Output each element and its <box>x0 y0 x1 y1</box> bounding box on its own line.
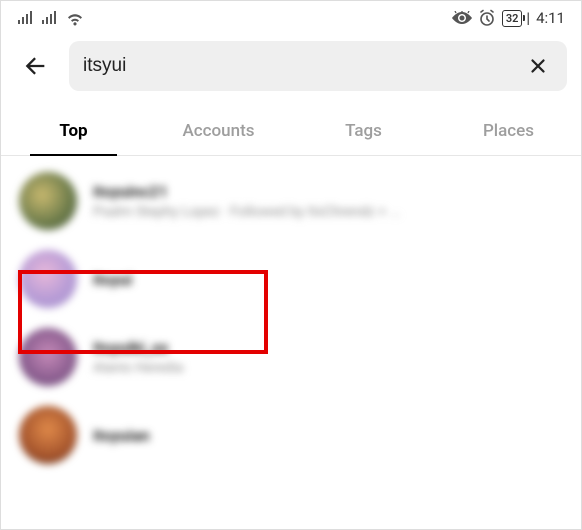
search-tabs: Top Accounts Tags Places <box>1 107 581 156</box>
result-text: itsyuiki_xx Alanis Heredia <box>93 338 183 376</box>
result-subtitle: Psalm Stephy Lopez · Followed by ItsChre… <box>93 204 401 220</box>
tab-accounts[interactable]: Accounts <box>146 107 291 155</box>
eye-icon <box>452 11 472 25</box>
search-header <box>1 31 581 101</box>
result-item[interactable]: itsyuian <box>1 396 581 474</box>
result-username: itsyuinc21 <box>93 182 401 201</box>
result-item[interactable]: itsyuinc21 Psalm Stephy Lopez · Followed… <box>1 162 581 240</box>
tab-top[interactable]: Top <box>1 107 146 155</box>
avatar <box>19 250 77 308</box>
status-time-separator: | <box>526 9 530 27</box>
status-left <box>17 11 85 26</box>
result-username: itsyuian <box>93 426 150 445</box>
signal-icon-2 <box>41 11 59 25</box>
status-time: 4:11 <box>536 9 565 27</box>
clear-search-button[interactable] <box>523 51 553 81</box>
result-item[interactable]: itsyui <box>1 240 581 318</box>
wifi-icon <box>65 11 85 26</box>
close-icon <box>527 55 549 77</box>
result-text: itsyuinc21 Psalm Stephy Lopez · Followed… <box>93 182 401 220</box>
result-text: itsyui <box>93 270 132 289</box>
battery-icon: 32 <box>502 10 523 27</box>
back-button[interactable] <box>15 46 55 86</box>
alarm-icon <box>478 9 496 27</box>
avatar <box>19 406 77 464</box>
status-right: 32 | 4:11 <box>452 9 565 27</box>
avatar <box>19 328 77 386</box>
search-results: itsyuinc21 Psalm Stephy Lopez · Followed… <box>1 156 581 474</box>
tab-tags[interactable]: Tags <box>291 107 436 155</box>
result-text: itsyuian <box>93 426 150 445</box>
status-bar: 32 | 4:11 <box>1 1 581 31</box>
avatar <box>19 172 77 230</box>
result-item[interactable]: itsyuiki_xx Alanis Heredia <box>1 318 581 396</box>
signal-icon <box>17 11 35 25</box>
result-username: itsyui <box>93 270 132 289</box>
arrow-left-icon <box>21 52 49 80</box>
tab-places[interactable]: Places <box>436 107 581 155</box>
search-field[interactable] <box>69 41 567 91</box>
result-subtitle: Alanis Heredia <box>93 360 183 376</box>
result-username: itsyuiki_xx <box>93 338 183 357</box>
search-input[interactable] <box>83 55 523 77</box>
